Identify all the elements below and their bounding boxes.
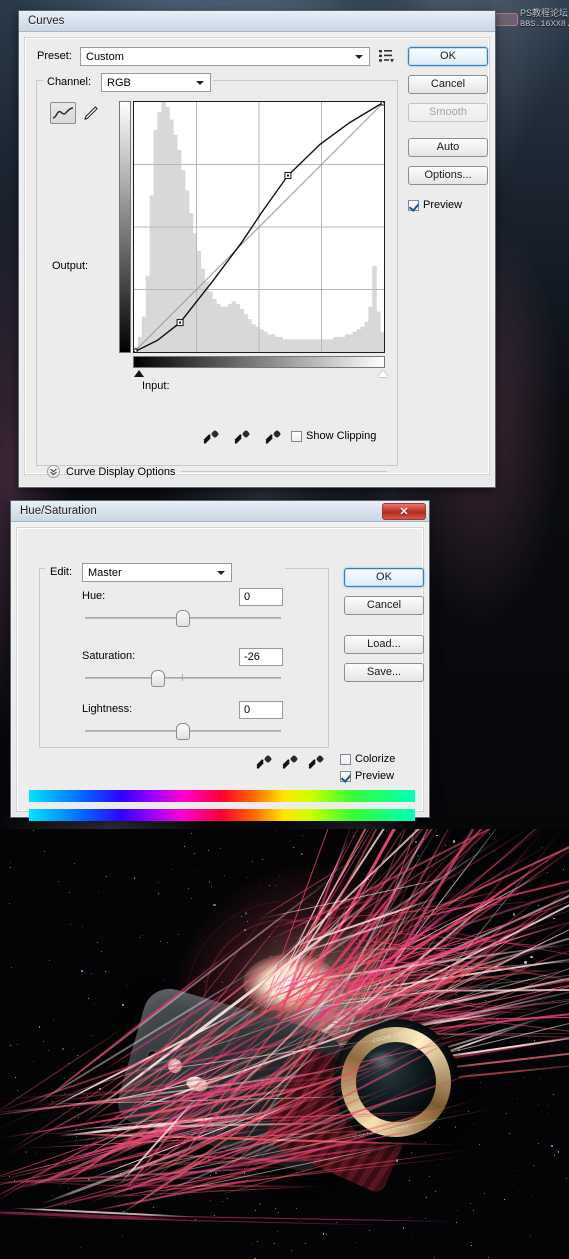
curve-display-options-row[interactable]: Curve Display Options (47, 465, 387, 478)
saturation-value-field[interactable]: -26 (239, 648, 283, 666)
show-clipping-checkbox[interactable]: Show Clipping (291, 430, 376, 442)
chevron-down-icon (217, 571, 225, 575)
lightness-label: Lightness: (82, 703, 133, 715)
curves-preview-checkbox[interactable]: Preview (408, 199, 462, 211)
curves-cancel-button[interactable]: Cancel (408, 75, 488, 94)
pencil-draw-icon[interactable] (82, 104, 100, 122)
chevron-down-icon (196, 81, 204, 85)
chevron-down-icon (355, 55, 363, 59)
curves-preview-label: Preview (423, 199, 463, 211)
huesat-save-button[interactable]: Save... (344, 663, 424, 682)
lightness-value-field[interactable]: 0 (239, 701, 283, 719)
curves-smooth-button: Smooth (408, 103, 488, 122)
hue-spectrum-bar-source (29, 790, 415, 802)
watermark-right-line1: PS教程论坛 (520, 8, 569, 18)
huesat-title: Hue/Saturation (20, 505, 97, 517)
colorize-label: Colorize (355, 753, 396, 765)
subtract-from-sample-eyedropper[interactable] (309, 756, 323, 770)
preset-label: Preset: (37, 50, 72, 62)
black-point-eyedropper[interactable] (204, 431, 218, 445)
channel-label: Channel: (47, 76, 92, 88)
separator-line (181, 471, 387, 472)
white-point-eyedropper[interactable] (266, 431, 280, 445)
huesat-eyedropper-row (257, 756, 323, 770)
hue-spectrum-bar-result (29, 809, 415, 821)
hue-slider-thumb[interactable] (176, 610, 190, 627)
edit-combobox[interactable]: Master (82, 563, 232, 582)
curves-title: Curves (28, 15, 65, 27)
edit-value: Master (88, 566, 122, 579)
saturation-slider-thumb[interactable] (150, 670, 165, 687)
tone-curve-graph[interactable] (133, 101, 385, 353)
curves-panel: Preset: Custom Channel: RGB Output: Inpu… (24, 37, 490, 478)
hue-value-field[interactable]: 0 (239, 588, 283, 606)
checkbox-box (291, 430, 302, 442)
curves-ok-button[interactable]: OK (408, 47, 488, 66)
checkbox-box (340, 753, 351, 765)
checkbox-box (340, 770, 351, 782)
close-icon[interactable]: ✕ (382, 503, 426, 520)
artwork-photo: ZOOM LENS IS OPTICAL f=6.3-25mm (0, 829, 569, 1259)
saturation-slider-track[interactable] (85, 677, 281, 679)
preset-combobox[interactable]: Custom (80, 47, 370, 66)
output-label: Output: (52, 260, 89, 272)
colorize-checkbox[interactable]: Colorize (340, 753, 395, 765)
show-clipping-label: Show Clipping (306, 430, 377, 442)
channel-value: RGB (107, 76, 131, 89)
lightness-slider-thumb[interactable] (176, 723, 190, 740)
curves-auto-button[interactable]: Auto (408, 138, 488, 157)
curves-titlebar[interactable]: Curves (19, 11, 495, 32)
huesat-body: Edit: Master Hue: 0 Saturation: -26 Ligh… (11, 522, 429, 821)
output-gradient-bar (119, 101, 131, 353)
black-point-marker[interactable] (134, 370, 144, 377)
sample-eyedropper[interactable] (257, 756, 271, 770)
curve-edit-icon[interactable] (50, 102, 76, 124)
input-label: Input: (142, 380, 170, 392)
add-to-sample-eyedropper[interactable] (283, 756, 297, 770)
lightness-slider-row: Lightness: 0 (17, 701, 423, 745)
huesat-panel: Edit: Master Hue: 0 Saturation: -26 Ligh… (16, 527, 424, 821)
huesat-ok-button[interactable]: OK (344, 568, 424, 587)
gray-point-eyedropper[interactable] (235, 431, 249, 445)
checkbox-box (408, 199, 419, 211)
huesat-titlebar[interactable]: Hue/Saturation ✕ (11, 501, 429, 522)
curve-display-options-label: Curve Display Options (66, 465, 176, 478)
huesat-preview-checkbox[interactable]: Preview (340, 770, 394, 782)
hue-saturation-dialog: Hue/Saturation ✕ Edit: Master Hue: 0 Sat… (10, 500, 430, 821)
curves-dialog: Curves Preset: Custom Channel: RGB Outpu… (18, 10, 496, 488)
input-gradient-bar (133, 356, 385, 368)
white-point-marker[interactable] (378, 370, 388, 377)
huesat-load-button[interactable]: Load... (344, 635, 424, 654)
saturation-slider-tick (182, 674, 183, 681)
preset-value: Custom (86, 50, 124, 63)
tone-curve-svg (134, 102, 384, 352)
huesat-cancel-button[interactable]: Cancel (344, 596, 424, 615)
chevron-double-down-icon[interactable] (47, 465, 60, 478)
curves-button-column: OK Cancel Smooth Auto Options... Preview (408, 47, 488, 214)
huesat-button-column: OK Cancel Load... Save... (344, 568, 424, 682)
curves-options-button[interactable]: Options... (408, 166, 488, 185)
channel-combobox[interactable]: RGB (101, 73, 211, 92)
hue-label: Hue: (82, 590, 106, 602)
eyedropper-row (204, 431, 280, 445)
watermark-right-line2: BBS.16XX8.COM (520, 19, 569, 29)
huesat-preview-label: Preview (355, 770, 395, 782)
light-streaks-foreground (0, 829, 569, 1259)
saturation-label: Saturation: (82, 650, 136, 662)
curves-body: Preset: Custom Channel: RGB Output: Inpu… (19, 32, 495, 480)
edit-label: Edit: (50, 566, 73, 578)
preset-menu-icon[interactable] (378, 48, 394, 64)
